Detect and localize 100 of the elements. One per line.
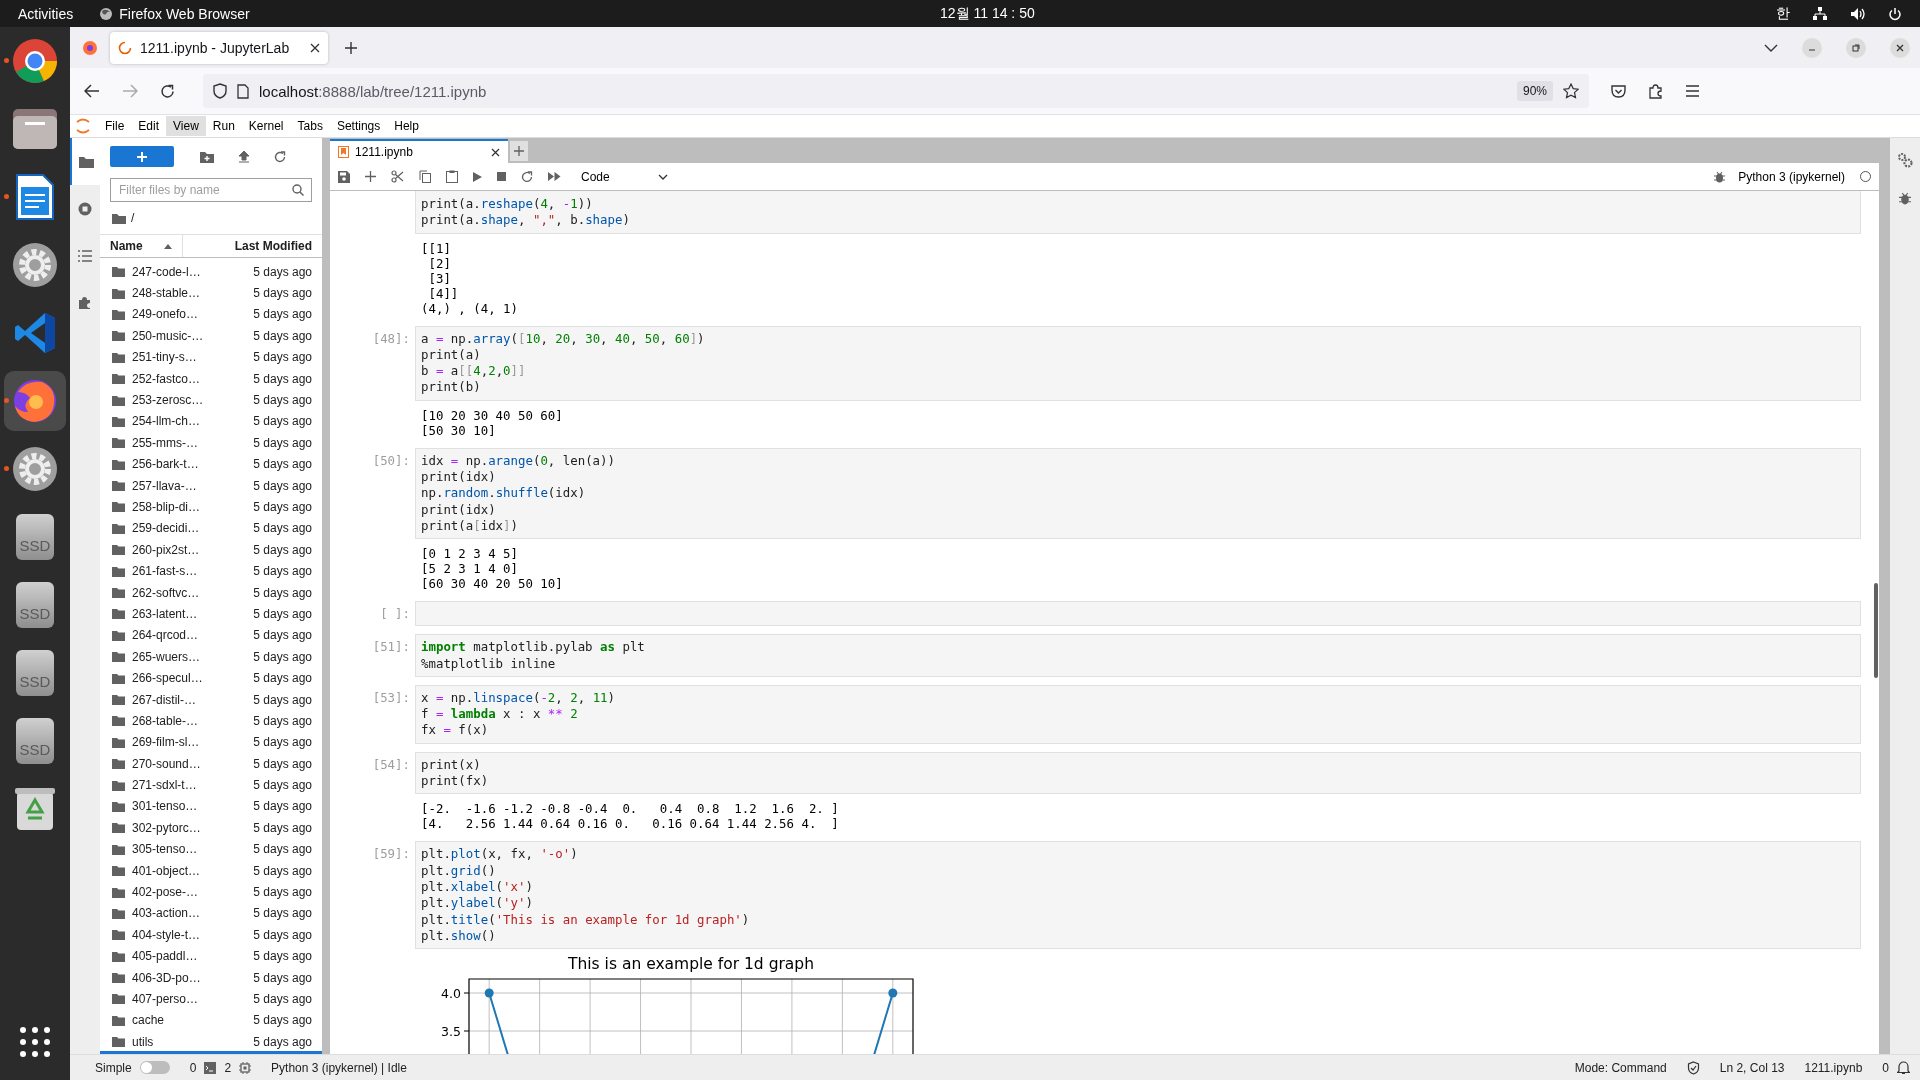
file-name[interactable]: 253-zerosc… bbox=[132, 393, 247, 408]
execution-count: [50]: bbox=[372, 452, 410, 468]
code-line: plt.title('This is an example for 1d graph') bbox=[421, 911, 751, 928]
file-name[interactable]: 255-mms-… bbox=[132, 435, 247, 450]
code-cell-editor[interactable]: a = np.array([10, 20, 30, 40, 50, 60]) print(a) b = a[[4,2,0]] print(b) bbox=[415, 325, 1861, 401]
input-method[interactable]: 한 bbox=[1776, 4, 1790, 23]
code-line: print(idx) bbox=[421, 469, 497, 486]
menu-item[interactable]: View bbox=[166, 116, 206, 136]
menu-item[interactable]: Tabs bbox=[290, 116, 330, 136]
file-name[interactable]: 254-llm-ch… bbox=[132, 414, 247, 429]
file-name[interactable]: 257-llava-… bbox=[132, 478, 247, 493]
execution-count: [53]: bbox=[372, 689, 410, 705]
column-header[interactable]: Last Modified bbox=[183, 235, 322, 257]
menu-item[interactable]: Help bbox=[387, 116, 426, 136]
breadcrumb-path[interactable]: / bbox=[131, 211, 135, 225]
file-name[interactable]: 259-decidi… bbox=[132, 521, 247, 536]
code-cell-editor[interactable]: x = np.linspace(-2, 2, 11) f = lambda x : x ** 2 fx = f(x) bbox=[415, 684, 1861, 744]
code-line: np.random.shuffle(idx) bbox=[421, 485, 587, 502]
file-name[interactable]: 270-sound… bbox=[132, 756, 247, 771]
output-line: [5 2 3 1 4 0] bbox=[421, 561, 519, 577]
file-name[interactable]: 266-specul… bbox=[132, 671, 247, 686]
code-line: print(fx) bbox=[421, 773, 490, 790]
app-name[interactable]: Firefox Web Browser bbox=[119, 5, 250, 22]
file-name[interactable]: 252-fastco… bbox=[132, 371, 247, 386]
kernel-name[interactable]: Python 3 (ipykernel) bbox=[1738, 169, 1845, 184]
clock[interactable]: 12월 11 14 : 50 bbox=[940, 4, 1035, 23]
file-name[interactable]: 260-pix2st… bbox=[132, 542, 247, 557]
output-line: [60 30 40 20 50 10] bbox=[421, 576, 564, 592]
column-header[interactable]: Name bbox=[100, 235, 183, 257]
output-line: [2] bbox=[427, 255, 452, 271]
modified-time: 5 days ago bbox=[253, 1013, 312, 1028]
file-name[interactable]: 401-object… bbox=[132, 863, 247, 878]
modified-time: 5 days ago bbox=[253, 393, 312, 408]
modified-time: 5 days ago bbox=[253, 756, 312, 771]
file-name[interactable]: 269-film-sl… bbox=[132, 735, 247, 750]
filter-field[interactable]: Filter files by name bbox=[110, 178, 312, 202]
file-name[interactable]: 261-fast-s… bbox=[132, 564, 247, 579]
file-name[interactable]: cache bbox=[132, 1013, 247, 1028]
file-name[interactable]: 407-perso… bbox=[132, 991, 247, 1006]
file-name[interactable]: 268-table-… bbox=[132, 713, 247, 728]
tab-title: 1211.ipynb - JupyterLab bbox=[140, 39, 291, 56]
code-line: plt.grid() bbox=[421, 862, 497, 879]
file-name[interactable]: 271-sdxl-t… bbox=[132, 778, 247, 793]
file-name[interactable]: utils bbox=[132, 1034, 247, 1049]
menu-item[interactable]: Kernel bbox=[241, 116, 291, 136]
output-line: [-2. -1.6 -1.2 -0.8 -0.4 0. 0.4 0.8 1.2 1.6 2. ] bbox=[421, 801, 840, 817]
kernel-status[interactable]: Python 3 (ipykernel) | Idle bbox=[271, 1060, 407, 1075]
code-line: a = np.array([10, 20, 30, 40, 50, 60]) bbox=[421, 330, 706, 347]
file-name[interactable]: 251-tiny-s… bbox=[132, 350, 247, 365]
code-cell-editor[interactable]: plt.plot(x, fx, '-o') plt.grid() plt.xlabel('x') plt.ylabel('y') plt.title('This is an example for 1d graph') plt.show() bbox=[415, 841, 1861, 950]
address-bar[interactable]: localhost:8888/lab/tree/1211.ipynb 90% bbox=[203, 74, 1589, 108]
code-line: %matplotlib inline bbox=[421, 655, 557, 672]
code-cell-editor[interactable]: idx = np.arange(0, len(a)) print(idx) np.random.shuffle(idx) print(idx) print(a[idx]) bbox=[415, 447, 1861, 540]
file-name[interactable]: 248-stable… bbox=[132, 286, 247, 301]
modified-time: 5 days ago bbox=[253, 564, 312, 579]
file-name[interactable]: 402-pose-… bbox=[132, 885, 247, 899]
output-line: [4. 2.56 1.44 0.64 0.16 0. 0.16 0.64 1.44 2.56 4. ] bbox=[421, 816, 840, 832]
file-name[interactable]: 305-tenso… bbox=[132, 842, 247, 857]
file-name: 1211.ipynb bbox=[1804, 1060, 1863, 1075]
menu-item[interactable]: Run bbox=[205, 116, 242, 136]
file-name[interactable]: 258-blip-di… bbox=[132, 500, 247, 514]
file-name[interactable]: 250-music-… bbox=[132, 328, 247, 343]
file-name[interactable]: 405-paddl… bbox=[132, 949, 247, 964]
code-cell-editor[interactable]: print(a.reshape(4, -1)) print(a.shape, ",", b.shape) bbox=[415, 191, 1861, 234]
output-line: [10 20 30 40 50 60] bbox=[421, 407, 564, 423]
notebook-tab[interactable]: 1211.ipynb bbox=[330, 139, 508, 163]
modified-time: 5 days ago bbox=[253, 478, 312, 493]
code-line: print(b) bbox=[421, 379, 482, 396]
menu-item[interactable]: Settings bbox=[329, 116, 388, 136]
file-name[interactable]: 265-wuers… bbox=[132, 649, 247, 664]
code-line: print(a.shape, ",", b.shape) bbox=[421, 212, 631, 229]
file-name[interactable]: 267-distil-… bbox=[132, 692, 247, 707]
file-name[interactable]: 301-tenso… bbox=[132, 799, 247, 814]
modified-time: 5 days ago bbox=[253, 521, 312, 536]
file-name[interactable]: 256-bark-t… bbox=[132, 457, 247, 472]
code-cell-editor[interactable]: print(x) print(fx) bbox=[415, 751, 1861, 795]
plot-title: This is an example for 1d graph bbox=[568, 955, 814, 974]
code-line: print(a) bbox=[421, 346, 482, 364]
file-name[interactable]: 262-softvc… bbox=[132, 585, 247, 600]
file-name[interactable]: 247-code-l… bbox=[132, 264, 247, 279]
file-name[interactable]: 263-latent… bbox=[132, 606, 247, 621]
activities-button[interactable]: Activities bbox=[18, 5, 74, 22]
execution-count: [48]: bbox=[372, 330, 410, 346]
menu-item[interactable]: File bbox=[98, 116, 132, 136]
url-text: localhost:8888/lab/tree/1211.ipynb bbox=[259, 82, 487, 100]
file-name[interactable]: 404-style-t… bbox=[132, 927, 247, 942]
menu-item[interactable]: Edit bbox=[131, 116, 167, 136]
file-name[interactable]: 264-qrcod… bbox=[132, 628, 247, 643]
cell-type-dropdown[interactable]: Code bbox=[581, 169, 668, 184]
file-name[interactable]: 406-3D-po… bbox=[132, 970, 247, 985]
file-name[interactable]: 302-pytorc… bbox=[132, 820, 247, 835]
modified-time: 5 days ago bbox=[253, 1034, 312, 1049]
code-line: print(a[idx]) bbox=[421, 517, 519, 535]
code-cell-editor[interactable]: import matplotlib.pylab as plt %matplotlib inline bbox=[415, 634, 1861, 677]
zoom-level[interactable]: 90% bbox=[1516, 81, 1553, 101]
file-name[interactable]: 403-action… bbox=[132, 906, 247, 921]
cursor-position[interactable]: Ln 2, Col 13 bbox=[1719, 1060, 1785, 1075]
file-name[interactable]: 249-onefo… bbox=[132, 307, 247, 322]
modified-time: 5 days ago bbox=[253, 606, 312, 621]
browser-tab[interactable]: 1211.ipynb - JupyterLab bbox=[110, 31, 328, 64]
